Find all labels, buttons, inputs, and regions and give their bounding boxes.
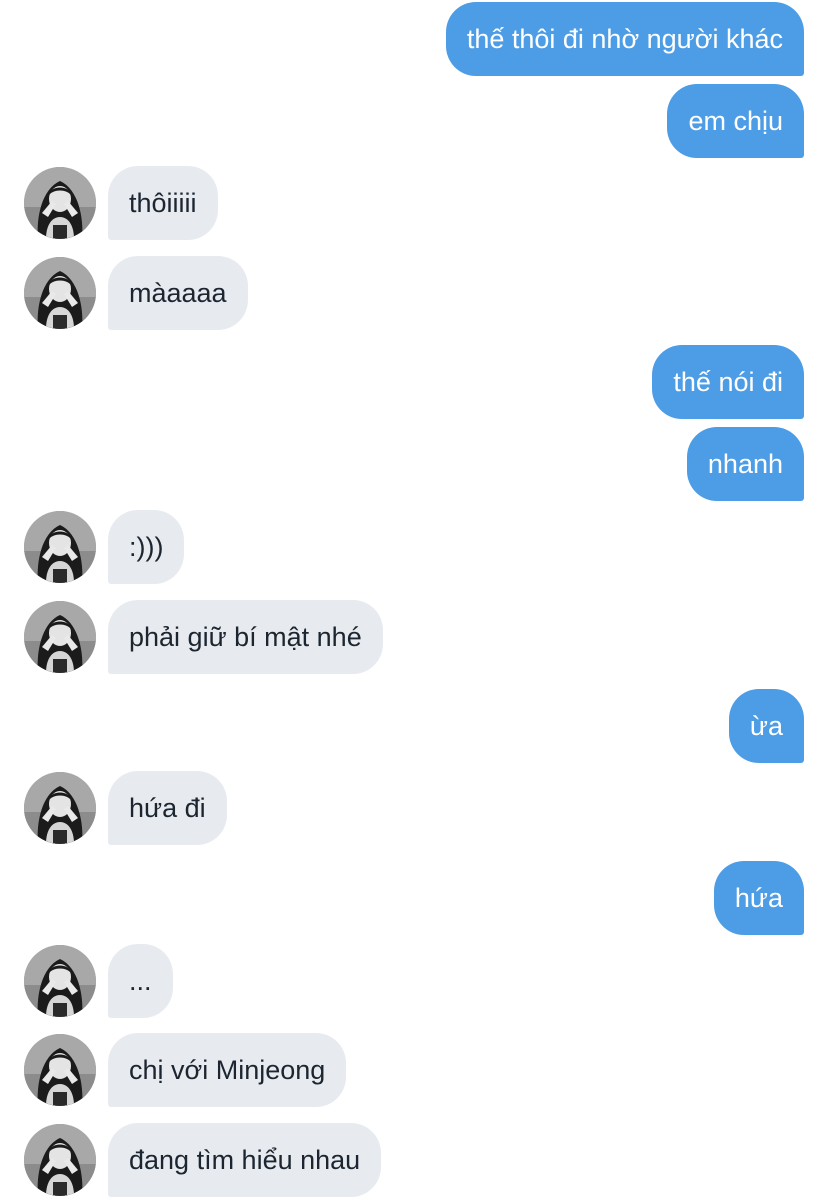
contact-avatar[interactable] (24, 511, 96, 583)
message-bubble: thế thôi đi nhờ người khác (445, 2, 804, 76)
message-bubble: hứa đi (108, 771, 227, 845)
contact-avatar[interactable] (24, 601, 96, 673)
outgoing-message[interactable]: hứa (713, 861, 804, 935)
contact-avatar-icon (24, 1124, 96, 1196)
outgoing-message[interactable]: nhanh (686, 427, 804, 501)
incoming-message[interactable]: thôiiiii (24, 166, 218, 240)
contact-avatar-icon (24, 945, 96, 1017)
incoming-message[interactable]: :))) (24, 510, 185, 584)
incoming-message[interactable]: đang tìm hiểu nhau (24, 1123, 382, 1197)
contact-avatar-icon (24, 257, 96, 329)
message-bubble: thế nói đi (652, 345, 804, 419)
contact-avatar-icon (24, 772, 96, 844)
contact-avatar-icon (24, 511, 96, 583)
incoming-message[interactable]: màaaaa (24, 256, 248, 330)
message-bubble: hứa (713, 861, 804, 935)
contact-avatar-icon (24, 1034, 96, 1106)
contact-avatar-icon (24, 601, 96, 673)
outgoing-message[interactable]: em chịu (667, 84, 804, 158)
contact-avatar[interactable] (24, 772, 96, 844)
outgoing-message[interactable]: thế thôi đi nhờ người khác (445, 2, 804, 76)
message-bubble: :))) (108, 510, 185, 584)
message-bubble: thôiiiii (108, 166, 218, 240)
incoming-message[interactable]: phải giữ bí mật nhé (24, 600, 383, 674)
contact-avatar[interactable] (24, 1124, 96, 1196)
message-bubble: ... (108, 944, 173, 1018)
message-bubble: phải giữ bí mật nhé (108, 600, 383, 674)
message-bubble: đang tìm hiểu nhau (108, 1123, 382, 1197)
incoming-message[interactable]: hứa đi (24, 771, 227, 845)
message-bubble: ừa (728, 689, 804, 763)
outgoing-message[interactable]: ừa (728, 689, 804, 763)
message-bubble: em chịu (667, 84, 804, 158)
incoming-message[interactable]: ... (24, 944, 173, 1018)
message-bubble: nhanh (686, 427, 804, 501)
contact-avatar-icon (24, 167, 96, 239)
outgoing-message[interactable]: thế nói đi (652, 345, 804, 419)
message-bubble: chị với Minjeong (108, 1033, 347, 1107)
chat-thread[interactable]: thế thôi đi nhờ người khác em chịu thôii… (0, 0, 828, 1204)
contact-avatar[interactable] (24, 257, 96, 329)
contact-avatar[interactable] (24, 167, 96, 239)
message-bubble: màaaaa (108, 256, 248, 330)
contact-avatar[interactable] (24, 1034, 96, 1106)
incoming-message[interactable]: chị với Minjeong (24, 1033, 347, 1107)
contact-avatar[interactable] (24, 945, 96, 1017)
